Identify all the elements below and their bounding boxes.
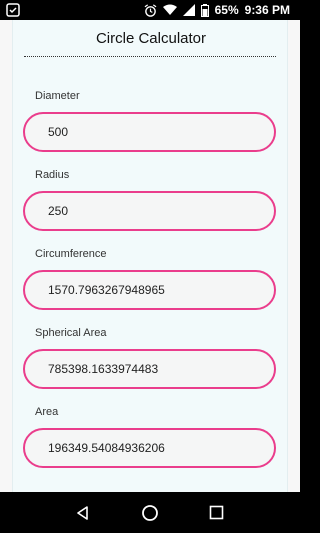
- home-button[interactable]: [135, 498, 165, 528]
- back-button[interactable]: [68, 498, 98, 528]
- home-icon: [142, 504, 158, 521]
- recents-button[interactable]: [202, 498, 232, 528]
- title-divider: [24, 56, 276, 57]
- notification-icon: [6, 3, 20, 17]
- battery-percent: 65%: [214, 3, 239, 17]
- circumference-label: Circumference: [35, 248, 107, 260]
- radius-input[interactable]: 250: [23, 191, 276, 231]
- diameter-label: Diameter: [35, 90, 80, 102]
- spherical-area-input[interactable]: 785398.1633974483: [23, 349, 276, 389]
- calculator-card: Circle Calculator Diameter 500 Radius 25…: [12, 20, 288, 492]
- wifi-icon: [162, 4, 177, 16]
- page-title: Circle Calculator: [95, 30, 207, 47]
- back-icon: [77, 505, 89, 520]
- area-input[interactable]: 196349.54084936206: [23, 428, 276, 468]
- radius-label: Radius: [35, 169, 70, 181]
- status-bar: 65% 9:36 PM: [0, 0, 300, 20]
- clock: 9:36 PM: [244, 3, 290, 17]
- spherical-area-label: Spherical Area: [35, 327, 107, 339]
- recents-icon: [209, 505, 224, 520]
- circumference-input[interactable]: 1570.7963267948965: [23, 270, 276, 310]
- battery-icon: [200, 3, 209, 17]
- navigation-bar: [0, 492, 300, 533]
- signal-icon: [182, 4, 195, 16]
- diameter-input[interactable]: 500: [23, 112, 276, 152]
- alarm-icon: [144, 3, 157, 17]
- area-label: Area: [35, 406, 59, 418]
